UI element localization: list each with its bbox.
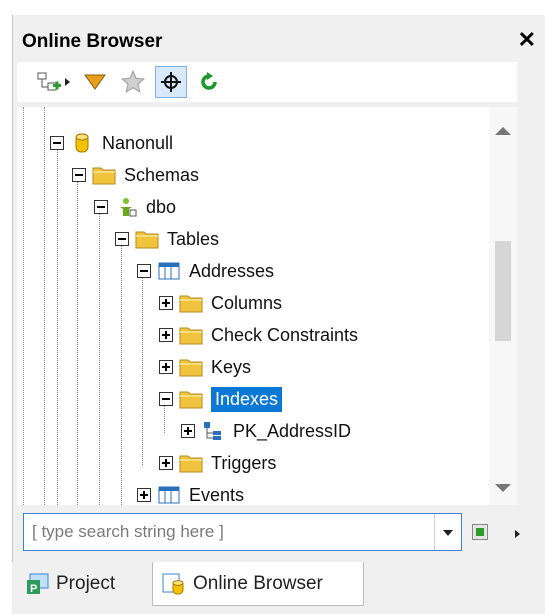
schema-user-icon (120, 198, 137, 217)
tree-item-events[interactable]: Events (137, 480, 244, 510)
folder-icon (92, 167, 116, 185)
collapse-icon[interactable] (137, 264, 151, 278)
tree-item-columns[interactable]: Columns (159, 288, 282, 318)
favorites-star-icon (120, 69, 146, 93)
tree-item-keys[interactable]: Keys (159, 352, 251, 382)
tree-item-label: Columns (211, 292, 283, 313)
collapse-icon[interactable] (50, 136, 64, 150)
expand-icon[interactable] (159, 328, 173, 342)
tree-item-dbo[interactable]: dbo (94, 192, 176, 222)
expand-icon[interactable] (181, 424, 195, 438)
index-icon (204, 422, 221, 440)
tree-guide-line (44, 107, 45, 505)
filter-button[interactable] (79, 66, 111, 98)
tree-item-schemas[interactable]: Schemas (72, 160, 199, 190)
expand-icon[interactable] (159, 296, 173, 310)
tree-item-tables[interactable]: Tables (115, 224, 219, 254)
table-icon (158, 262, 180, 280)
search-dropdown-button[interactable] (434, 514, 461, 550)
collapse-icon[interactable] (159, 392, 173, 406)
tree-item-label: Events (189, 484, 245, 505)
expand-icon[interactable] (159, 456, 173, 470)
scroll-up-icon[interactable] (495, 127, 511, 135)
more-arrow-icon (65, 78, 70, 86)
tree-item-label: Keys (211, 356, 252, 377)
panel-title: Online Browser (22, 31, 163, 52)
folder-icon (179, 391, 203, 409)
browser-toolbar (17, 62, 517, 102)
project-icon: P (27, 573, 49, 595)
tree-item-label: Triggers (211, 452, 277, 473)
tree-item-label: Addresses (189, 260, 275, 281)
tab-label: Online Browser (193, 572, 323, 594)
folder-icon (135, 231, 159, 249)
tree-item-label: Nanonull (102, 132, 174, 153)
add-connection-dropdown[interactable] (61, 66, 75, 98)
locate-button[interactable] (155, 66, 187, 98)
tree-item-label: Schemas (124, 164, 200, 185)
tree-item-label: Tables (167, 228, 220, 249)
close-icon[interactable]: ✕ (518, 27, 536, 53)
filter-icon (84, 74, 106, 90)
folder-icon (179, 359, 203, 377)
scrollbar-thumb[interactable] (495, 241, 511, 341)
tree-item-addresses[interactable]: Addresses (137, 256, 274, 286)
collapse-icon[interactable] (94, 200, 108, 214)
folder-icon (179, 295, 203, 313)
expand-icon[interactable] (137, 488, 151, 502)
search-options-button[interactable] (472, 524, 488, 540)
tree-item-label: Check Constraints (211, 324, 359, 345)
tree-item-triggers[interactable]: Triggers (159, 448, 276, 478)
tree-item-label: dbo (146, 196, 177, 217)
search-box[interactable] (23, 513, 462, 551)
expand-icon[interactable] (159, 360, 173, 374)
tree-guide-line (77, 173, 78, 505)
favorites-button[interactable] (117, 66, 149, 98)
bottom-tab-bar: P Project Online Browser (12, 562, 545, 614)
tree-guide-line (99, 205, 100, 505)
add-connection-icon (37, 72, 61, 91)
collapse-icon[interactable] (115, 232, 129, 246)
refresh-button[interactable] (193, 66, 225, 98)
collapse-icon[interactable] (72, 168, 86, 182)
tree-item-pk-addressid[interactable]: PK_AddressID (181, 416, 351, 446)
search-more-arrow-icon[interactable] (514, 529, 522, 539)
tree-guide-line (23, 107, 24, 505)
svg-text:P: P (30, 583, 37, 595)
refresh-icon (201, 72, 217, 90)
folder-icon (179, 455, 203, 473)
tree-item-nanonull[interactable]: Nanonull (50, 128, 173, 158)
tree-guide-line (57, 141, 58, 505)
tree-item-label-selected: Indexes (211, 386, 283, 412)
tree-item-label: PK_AddressID (233, 420, 352, 441)
tree-item-check-constraints[interactable]: Check Constraints (159, 320, 358, 350)
filter-toggle-icon (476, 528, 484, 536)
scroll-down-icon[interactable] (495, 484, 511, 492)
tree-scrollbar[interactable] (489, 107, 517, 505)
tab-online-browser[interactable]: Online Browser (152, 562, 364, 606)
tree-guide-line (142, 269, 143, 465)
tree-guide-line (121, 237, 122, 505)
tab-project[interactable]: P Project (26, 562, 156, 606)
folder-icon (179, 327, 203, 345)
tree-item-indexes[interactable]: Indexes (159, 384, 283, 414)
locate-crosshair-icon (161, 72, 181, 92)
search-input[interactable] (30, 521, 424, 543)
database-icon (75, 133, 89, 153)
tab-label: Project (56, 573, 116, 594)
table-icon (158, 486, 180, 504)
online-browser-icon (162, 573, 184, 594)
